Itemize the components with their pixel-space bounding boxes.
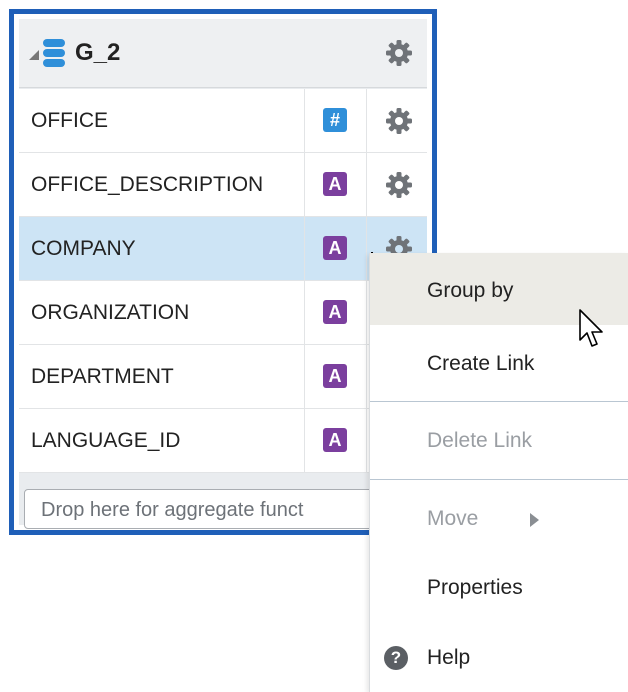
column-name-cell[interactable]: COMPANY [19,217,305,280]
column-name-cell[interactable]: ORGANIZATION [19,281,305,344]
text-type-icon: A [323,236,347,260]
column-name: OFFICE [31,109,108,132]
column-type-cell: A [305,345,367,408]
column-settings-cell[interactable] [367,89,427,152]
menu-item-label: Properties [427,576,523,599]
aggregate-drop-zone[interactable]: Drop here for aggregate funct [24,489,379,529]
column-name: DEPARTMENT [31,365,174,388]
column-settings-cell[interactable] [367,153,427,216]
column-row-organization[interactable]: ORGANIZATION A [19,281,427,345]
column-type-cell: # [305,89,367,152]
data-group-body: G_2 OFFICE # OFFICE_DESCRIPTION A COMPAN… [19,19,427,529]
menu-item-label: Group by [427,279,514,302]
text-type-icon: A [323,364,347,388]
menu-item-label: Move [427,507,479,530]
drop-zone-placeholder: Drop here for aggregate funct [41,499,304,521]
gear-icon[interactable] [385,171,413,199]
menu-item-label: Create Link [427,352,535,375]
column-type-cell: A [305,281,367,344]
gear-icon[interactable] [385,107,413,135]
column-name-cell[interactable]: OFFICE [19,89,305,152]
menu-item-label: Delete Link [427,429,533,452]
column-row-office-description[interactable]: OFFICE_DESCRIPTION A [19,153,427,217]
menu-item-label: Help [427,646,471,669]
gear-icon[interactable] [385,39,413,67]
text-type-icon: A [323,428,347,452]
column-type-cell: A [305,217,367,280]
column-name: OFFICE_DESCRIPTION [31,173,264,196]
menu-item-move[interactable]: Move [370,480,628,546]
column-type-cell: A [305,153,367,216]
column-name-cell[interactable]: DEPARTMENT [19,345,305,408]
column-name: COMPANY [31,237,136,260]
menu-item-help[interactable]: Help [370,625,628,692]
column-name: LANGUAGE_ID [31,429,181,452]
column-row-department[interactable]: DEPARTMENT A [19,345,427,409]
help-icon: ? [384,646,408,670]
column-list: OFFICE # OFFICE_DESCRIPTION A COMPANY A [19,89,427,473]
column-row-company[interactable]: COMPANY A [19,217,427,281]
chevron-right-icon [530,513,539,527]
database-icon [43,39,65,67]
menu-item-delete-link[interactable]: Delete Link [370,402,628,478]
group-title: G_2 [75,39,121,66]
column-name-cell[interactable]: LANGUAGE_ID [19,409,305,472]
data-model-editor: G_2 OFFICE # OFFICE_DESCRIPTION A COMPAN… [0,0,628,692]
text-type-icon: A [323,300,347,324]
column-name: ORGANIZATION [31,301,190,324]
triangle-down-icon[interactable] [29,50,39,60]
column-name-cell[interactable]: OFFICE_DESCRIPTION [19,153,305,216]
mouse-pointer-icon [579,309,603,347]
column-type-cell: A [305,409,367,472]
column-row-language-id[interactable]: LANGUAGE_ID A [19,409,427,473]
text-type-icon: A [323,172,347,196]
number-type-icon: # [323,108,347,132]
menu-item-properties[interactable]: Properties [370,553,628,623]
group-header[interactable]: G_2 [19,19,427,88]
column-row-office[interactable]: OFFICE # [19,89,427,153]
